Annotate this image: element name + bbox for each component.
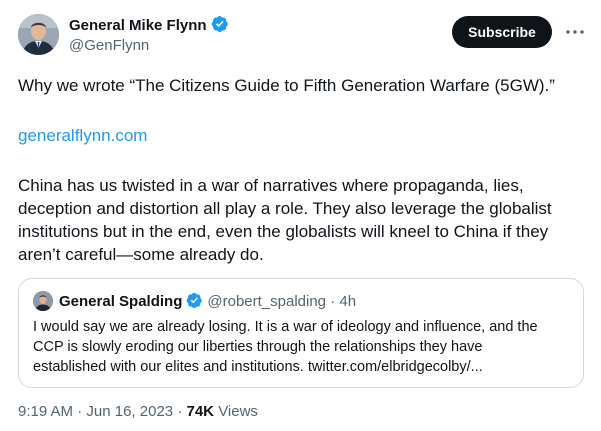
tweet-card: General Mike Flynn @GenFlynn Subscribe W… — [0, 0, 601, 431]
quoted-author-avatar-image — [33, 291, 53, 311]
tweet-body-line-4: aren’t careful—some already do. — [18, 245, 264, 264]
footer-separator: · — [77, 403, 83, 420]
views-label: Views — [218, 403, 258, 420]
tweet-body-line-3: institutions but in the end, even the gl… — [18, 222, 549, 241]
author-handle[interactable]: @GenFlynn — [69, 37, 149, 54]
subscribe-button[interactable]: Subscribe — [452, 16, 552, 48]
quoted-tweet-age[interactable]: 4h — [339, 293, 356, 310]
tweet-footer: 9:19 AM · Jun 16, 2023 · 74K Views — [18, 403, 258, 420]
author-avatar[interactable] — [18, 14, 59, 55]
tweet-body-line-2: deception and distortion all play a role… — [18, 199, 552, 218]
quoted-text-line-2: CCP is slowly eroding our liberties thro… — [33, 339, 483, 355]
quoted-tweet-header: General Spalding @robert_spalding · 4h — [59, 292, 356, 310]
author-name-text: General Mike Flynn — [69, 17, 207, 34]
quoted-text-line-1: I would say we are already losing. It is… — [33, 319, 538, 335]
quoted-author-name[interactable]: General Spalding — [59, 293, 182, 310]
quoted-text-line-3: established with our elites and institut… — [33, 359, 483, 375]
tweet-link[interactable]: generalflynn.com — [18, 124, 147, 147]
tweet-body-line-1: China has us twisted in a war of narrati… — [18, 176, 524, 195]
views-count[interactable]: 74K — [186, 403, 214, 420]
author-avatar-image — [18, 14, 59, 55]
quoted-tweet[interactable]: General Spalding @robert_spalding · 4h I… — [18, 278, 584, 388]
author-name[interactable]: General Mike Flynn — [69, 15, 229, 34]
more-horizontal-icon — [566, 30, 584, 34]
quoted-meta-separator: · — [330, 293, 336, 310]
tweet-date[interactable]: Jun 16, 2023 — [86, 403, 173, 420]
verified-badge-icon — [211, 15, 228, 33]
tweet-time[interactable]: 9:19 AM — [18, 403, 73, 420]
quoted-author-handle[interactable]: @robert_spalding — [207, 293, 326, 310]
tweet-text-line: Why we wrote “The Citizens Guide to Fift… — [18, 76, 555, 95]
quoted-verified-badge-icon — [186, 292, 203, 309]
more-options-button[interactable] — [563, 20, 587, 44]
quoted-author-avatar[interactable] — [33, 291, 53, 311]
footer-separator: · — [177, 403, 183, 420]
